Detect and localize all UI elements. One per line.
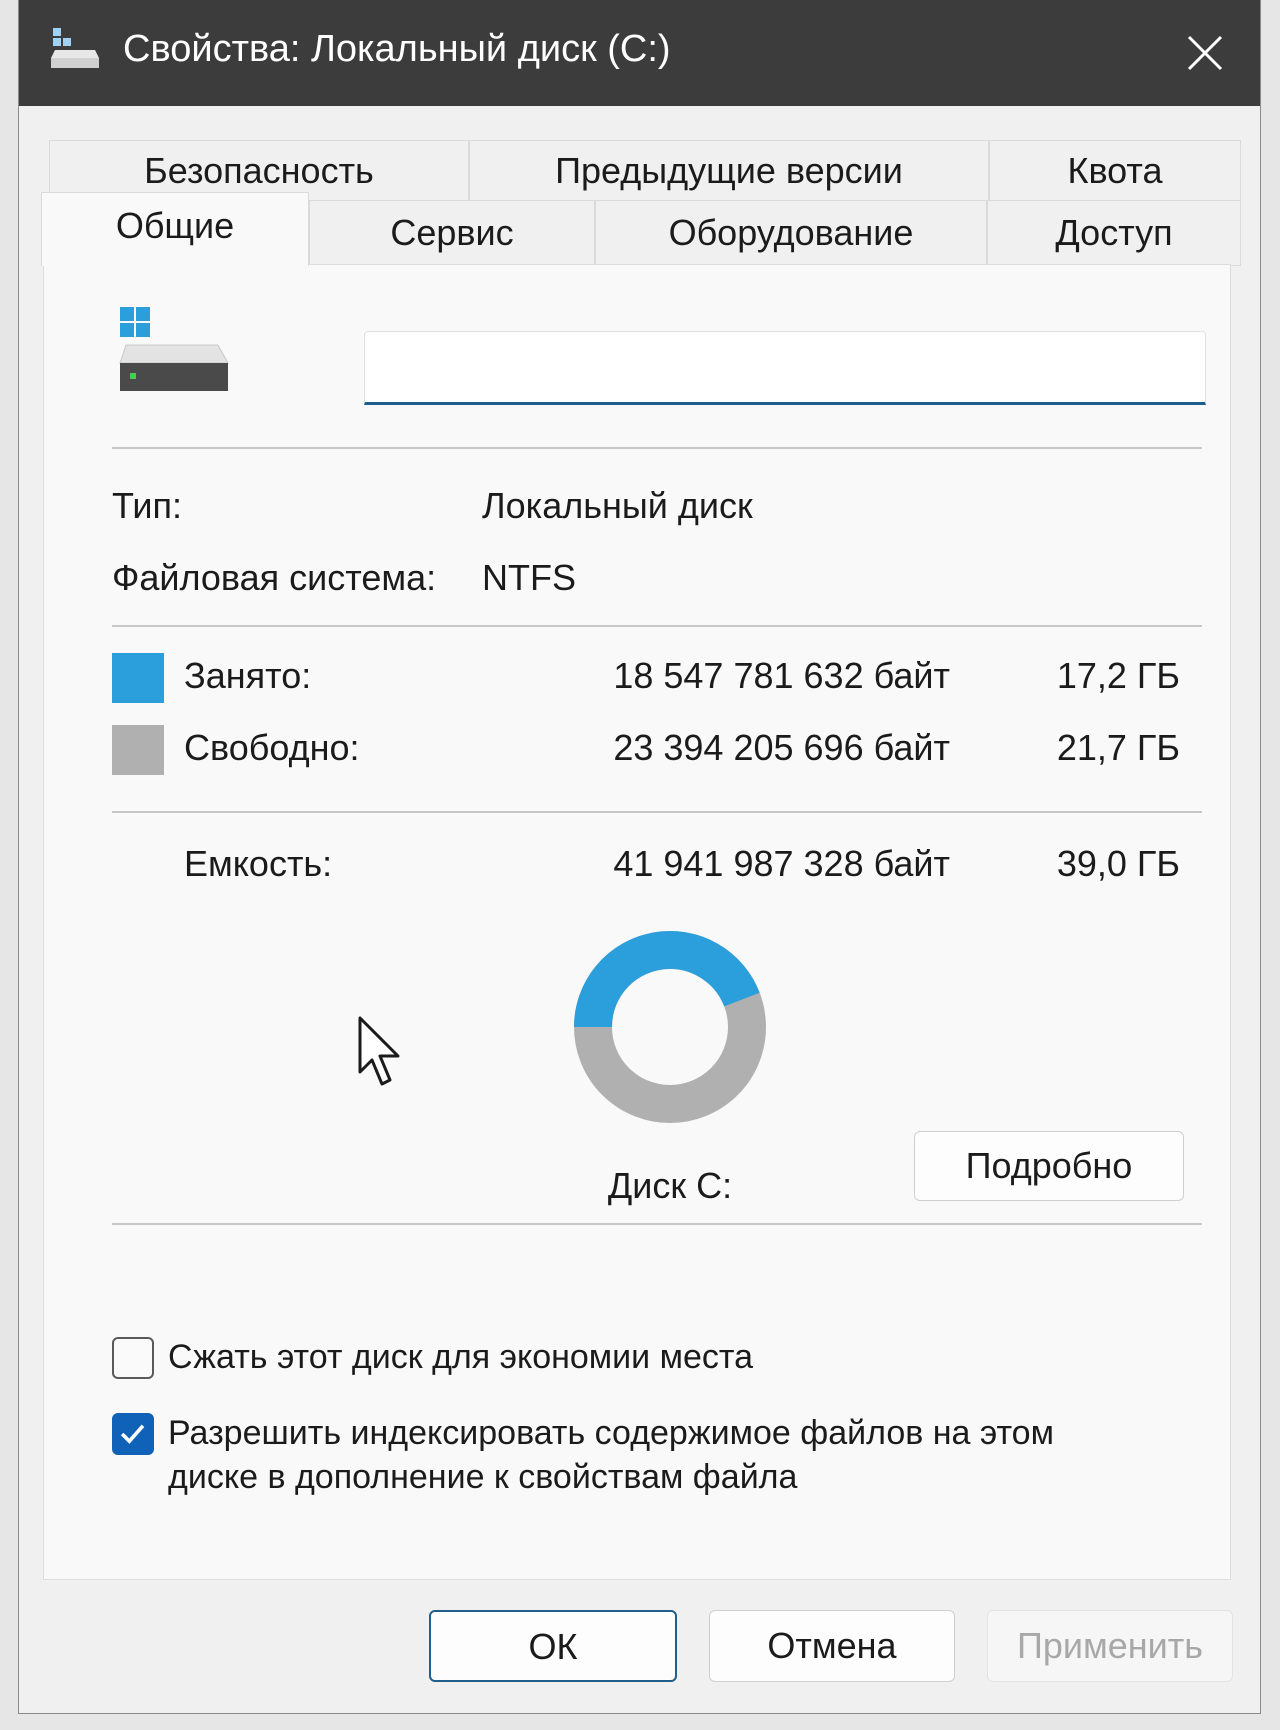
divider [112,625,1202,627]
apply-button[interactable]: Применить [987,1610,1233,1682]
divider [112,1223,1202,1225]
properties-window: Свойства: Локальный диск (C:) Безопаснос… [18,0,1261,1714]
used-gb: 17,2 ГБ [1056,655,1180,696]
index-label: Разрешить индексировать содержимое файло… [168,1411,1054,1499]
tab-general[interactable]: Общие [41,192,309,266]
index-label-line1: Разрешить индексировать содержимое файло… [168,1414,1054,1452]
free-label: Свободно: [184,727,360,768]
tab-previous-versions[interactable]: Предыдущие версии [469,140,989,202]
disk-usage-chart [574,931,766,1123]
cancel-button[interactable]: Отмена [709,1610,955,1682]
free-bytes: 23 394 205 696 байт [613,727,950,768]
general-tab-panel: Тип: Локальный диск Файловая система: NT… [43,264,1231,1580]
window-title: Свойства: Локальный диск (C:) [123,28,671,70]
used-segment [574,931,760,1028]
free-gb: 21,7 ГБ [1056,727,1180,768]
capacity-label: Емкость: [184,843,333,884]
filesystem-label: Файловая система: [112,557,437,598]
drive-icon [119,307,229,391]
details-button[interactable]: Подробно [914,1131,1184,1201]
title-bar: Свойства: Локальный диск (C:) [19,0,1260,106]
drive-icon [51,28,99,68]
index-label-line2: диске в дополнение к свойствам файла [168,1458,798,1496]
mouse-cursor-icon [358,1016,400,1086]
tab-quota[interactable]: Квота [989,140,1241,202]
capacity-bytes: 41 941 987 328 байт [613,843,950,884]
compress-checkbox[interactable] [112,1337,154,1379]
index-checkbox[interactable] [112,1413,154,1455]
capacity-gb: 39,0 ГБ [1056,843,1180,884]
type-value: Локальный диск [482,485,753,526]
compress-label: Сжать этот диск для экономии места [168,1338,753,1376]
disk-label: Диск C: [607,1165,733,1206]
used-space-swatch [112,653,164,703]
used-label: Занято: [184,655,312,696]
used-bytes: 18 547 781 632 байт [613,655,950,696]
close-icon [1187,35,1223,71]
free-space-swatch [112,725,164,775]
tab-sharing[interactable]: Доступ [987,200,1241,266]
ok-button[interactable]: ОК [429,1610,677,1682]
filesystem-value: NTFS [482,557,576,598]
divider [112,811,1202,813]
checkmark-icon [120,1424,145,1444]
tab-service[interactable]: Сервис [309,200,595,266]
divider [112,447,1202,449]
drive-name-input[interactable] [364,331,1206,405]
type-label: Тип: [112,485,183,526]
tab-hardware[interactable]: Оборудование [595,200,987,266]
close-button[interactable] [1150,0,1260,106]
